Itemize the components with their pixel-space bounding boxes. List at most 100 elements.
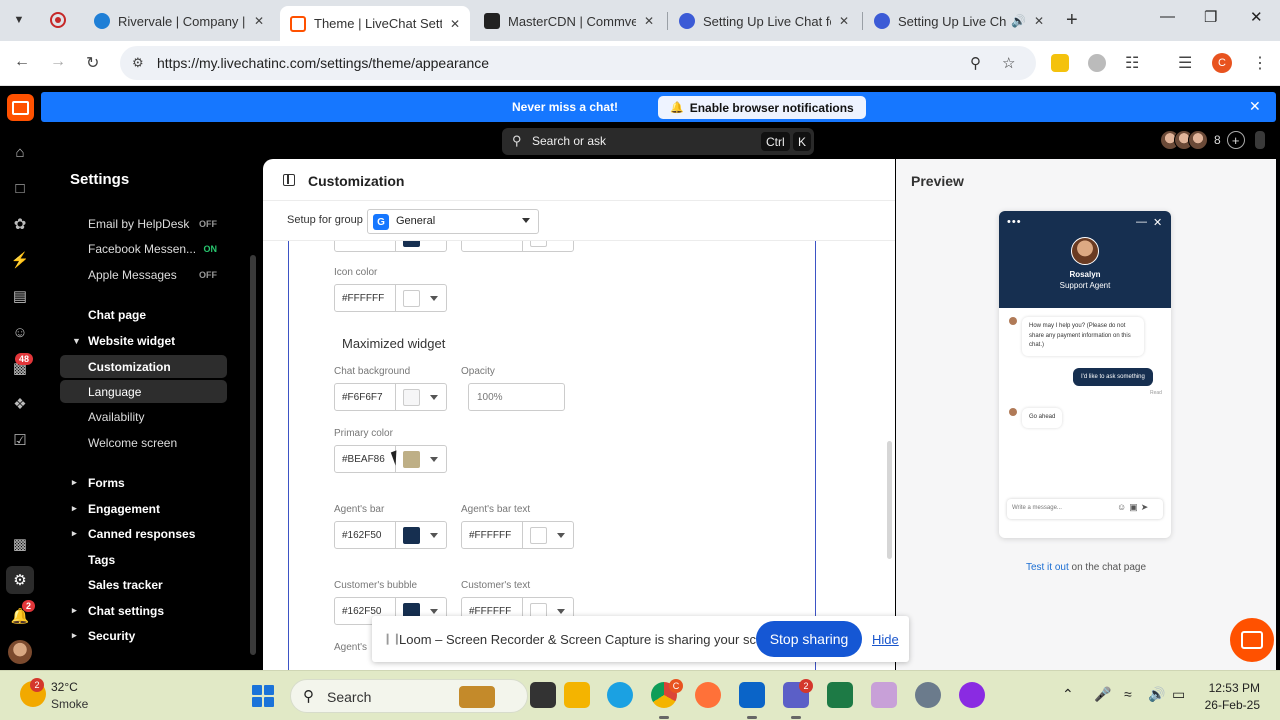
recording-icon[interactable] (50, 12, 66, 28)
settings-item-sales-tracker[interactable]: Sales tracker (60, 573, 227, 596)
close-tab-icon[interactable]: ✕ (839, 14, 849, 28)
settings-item-email-helpdesk[interactable]: Email by HelpDesk OFF (60, 212, 227, 235)
extensions-puzzle-icon[interactable]: ☷ (1125, 53, 1139, 73)
opacity-input[interactable]: 100% (468, 383, 565, 411)
tab-rivervale[interactable]: Rivervale | Company | S ✕ (84, 6, 274, 36)
enable-notifications-button[interactable]: 🔔 Enable browser notifications (658, 96, 866, 119)
settings-item-welcome-screen[interactable]: Welcome screen (60, 431, 227, 454)
sidebar-scrollbar[interactable] (250, 255, 256, 655)
panel-scrollbar[interactable] (887, 441, 892, 559)
settings-item-customization[interactable]: Customization (60, 355, 227, 378)
taskbar-search[interactable]: ⚲ Search (290, 679, 528, 713)
snipping-tool-icon[interactable] (871, 682, 897, 708)
task-view-icon[interactable] (530, 682, 556, 708)
edge-icon[interactable] (607, 682, 633, 708)
test-it-out-link[interactable]: Test it out (1026, 562, 1069, 573)
user-avatar[interactable] (8, 640, 32, 664)
agent-bar-field[interactable]: #162F50 (334, 521, 447, 549)
close-tab-icon[interactable]: ✕ (1034, 14, 1044, 28)
close-window-icon[interactable]: ✕ (1250, 8, 1263, 26)
outlook-icon[interactable] (739, 682, 765, 708)
audio-icon[interactable]: 🔊 (1011, 14, 1026, 28)
agent-status-toggle[interactable] (1254, 131, 1265, 149)
tab-setting-up-live-chat-1[interactable]: Setting Up Live Chat fo ✕ (669, 6, 859, 36)
settings-icon[interactable] (915, 682, 941, 708)
firefox-icon[interactable] (695, 682, 721, 708)
zoom-icon[interactable]: ⚲ (970, 54, 981, 72)
global-search[interactable]: ⚲ Search or ask Ctrl K (502, 128, 814, 155)
settings-item-availability[interactable]: Availability (60, 405, 227, 428)
settings-item-forms[interactable]: ▸ Forms (60, 471, 227, 494)
archives-icon[interactable]: ▤ (11, 287, 29, 305)
settings-item-canned-responses[interactable]: ▸ Canned responses (60, 522, 227, 545)
app-icon[interactable] (959, 682, 985, 708)
livechat-logo-icon[interactable] (7, 94, 34, 121)
close-icon[interactable]: ✕ (1249, 98, 1261, 115)
livechat-launcher-icon[interactable] (1230, 618, 1274, 662)
browser-menu-icon[interactable]: ⋮ (1252, 53, 1268, 73)
clock[interactable]: 12:53 PM 26-Feb-25 (1190, 680, 1260, 714)
back-icon[interactable]: ← (14, 53, 30, 71)
settings-item-facebook[interactable]: Facebook Messen... ON (60, 237, 227, 260)
billing-icon[interactable]: ▩ (11, 535, 29, 553)
close-tab-icon[interactable]: ✕ (254, 14, 264, 28)
battery-icon[interactable]: ▭ (1172, 686, 1185, 703)
home-icon[interactable]: ⌂ (11, 143, 29, 161)
address-bar[interactable]: ⚙ https://my.livechatinc.com/settings/th… (120, 46, 1036, 80)
settings-item-tags[interactable]: Tags (60, 548, 227, 571)
stop-sharing-button[interactable]: Stop sharing (756, 621, 862, 657)
settings-item-language[interactable]: Language (60, 380, 227, 403)
bookmark-star-icon[interactable]: ☆ (1002, 54, 1015, 72)
automate-icon[interactable]: ⚡ (11, 251, 30, 269)
microphone-icon[interactable]: 🎤 (1094, 686, 1111, 703)
tab-theme-livechat[interactable]: Theme | LiveChat Settin ✕ (280, 6, 470, 41)
apps-icon[interactable]: ❖ (11, 395, 29, 413)
new-tab-button[interactable]: + (1066, 9, 1078, 32)
tab-mastercdn[interactable]: MasterCDN | Commver ✕ (474, 6, 664, 36)
settings-item-chat-page[interactable]: Chat page (60, 303, 227, 326)
agents-online[interactable]: 8 + (1160, 130, 1265, 150)
volume-icon[interactable]: 🔊 (1148, 686, 1165, 703)
settings-gear-icon[interactable]: ⚙ (11, 571, 29, 589)
icon-color-field[interactable]: #FFFFFF (334, 284, 447, 312)
reload-icon[interactable]: ↻ (86, 53, 99, 73)
site-info-icon[interactable]: ⚙ (132, 55, 144, 71)
settings-item-security[interactable]: ▸ Security (60, 624, 227, 647)
forward-icon[interactable]: → (50, 53, 66, 71)
hide-link[interactable]: Hide (872, 632, 899, 647)
settings-item-engagement[interactable]: ▸ Engagement (60, 497, 227, 520)
settings-item-chat-settings[interactable]: ▸ Chat settings (60, 599, 227, 622)
close-tab-icon[interactable]: ✕ (450, 17, 460, 31)
start-button[interactable] (252, 685, 274, 707)
weather-temp[interactable]: 32°C (51, 680, 78, 694)
add-agent-icon[interactable]: + (1226, 131, 1245, 149)
tray-chevron-icon[interactable]: ⌃ (1062, 686, 1074, 703)
media-control-icon[interactable]: ☰ (1178, 53, 1192, 73)
color-field-partial[interactable] (461, 241, 574, 252)
globe-extension-icon[interactable] (1088, 54, 1106, 72)
tab-setting-up-live-chat-2[interactable]: Setting Up Live Cha 🔊 ✕ (864, 6, 1054, 36)
sidebar-toggle-icon[interactable] (283, 174, 295, 186)
file-explorer-icon[interactable] (564, 682, 590, 708)
settings-item-website-widget[interactable]: ▼ Website widget (60, 329, 227, 352)
minimize-icon[interactable]: — (1160, 8, 1175, 25)
close-tab-icon[interactable]: ✕ (644, 14, 654, 28)
excel-icon[interactable] (827, 682, 853, 708)
tab-search-chevron-icon[interactable]: ▼ (8, 9, 30, 31)
group-select[interactable]: G General (367, 209, 539, 234)
settings-item-apple-messages[interactable]: Apple Messages OFF (60, 263, 227, 286)
chats-icon[interactable]: □ (11, 179, 29, 197)
team-icon[interactable]: ☺ (11, 323, 29, 341)
chat-background-field[interactable]: #F6F6F7 (334, 383, 447, 411)
primary-color-field[interactable]: #BEAF86 (334, 445, 447, 473)
wifi-icon[interactable]: ≈ (1124, 686, 1132, 702)
extension-icon[interactable] (1051, 54, 1069, 72)
agent-bar-text-field[interactable]: #FFFFFF (461, 521, 574, 549)
goals-icon[interactable]: ☑ (11, 431, 29, 449)
engage-icon[interactable]: ✿ (11, 215, 29, 233)
restore-icon[interactable]: ❐ (1204, 8, 1217, 26)
weather-condition[interactable]: Smoke (51, 697, 88, 711)
url-text[interactable]: https://my.livechatinc.com/settings/them… (157, 55, 489, 71)
color-field-partial[interactable] (334, 241, 447, 252)
profile-avatar[interactable]: C (1212, 53, 1232, 73)
